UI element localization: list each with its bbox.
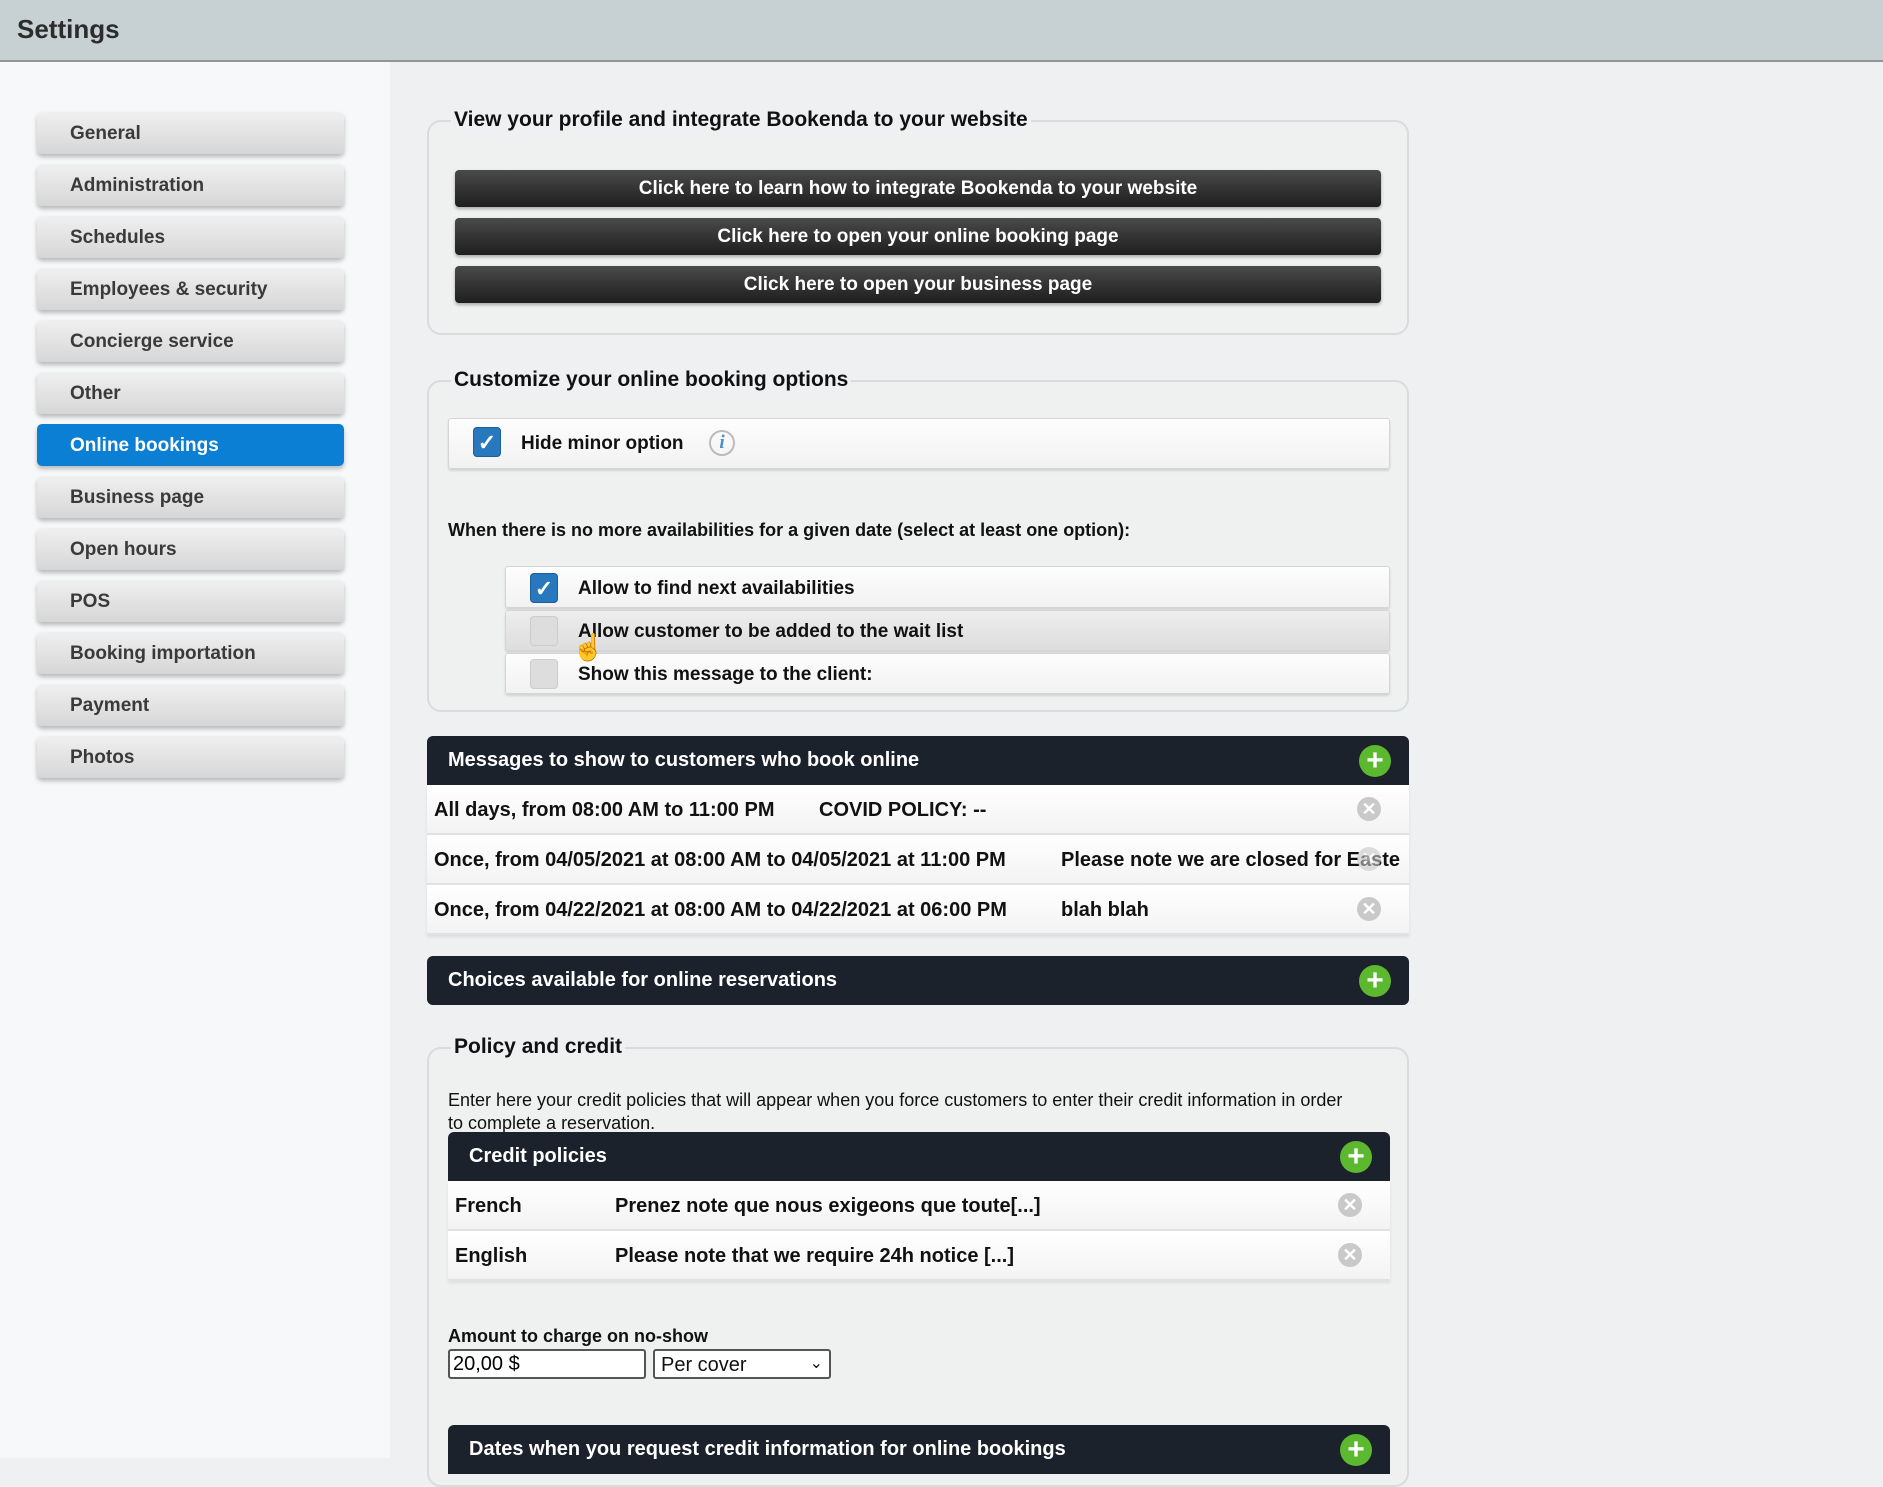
hide-minor-checkbox[interactable]: ✓ [473, 427, 501, 457]
message-row[interactable]: All days, from 08:00 AM to 11:00 PM COVID… [427, 785, 1409, 835]
sidebar-item-schedules[interactable]: Schedules [37, 216, 344, 258]
page-header: Settings [0, 0, 1883, 62]
policy-text: Please note that we require 24h notice [… [615, 1245, 1014, 1267]
option-label: Allow to find next availabilities [578, 578, 855, 599]
panel-title: Dates when you request credit informatio… [469, 1438, 1066, 1460]
message-when: Once, from 04/05/2021 at 08:00 AM to 04/… [434, 849, 1006, 871]
sidebar-item-open-hours[interactable]: Open hours [37, 528, 344, 570]
choices-panel: Choices available for online reservation… [427, 956, 1409, 1005]
open-business-page-button[interactable]: Click here to open your business page [455, 266, 1381, 303]
message-row[interactable]: Once, from 04/05/2021 at 08:00 AM to 04/… [427, 835, 1409, 885]
add-choice-icon[interactable]: + [1359, 965, 1391, 997]
credit-policies-panel: Credit policies + French Prenez note que n… [448, 1132, 1390, 1281]
open-booking-page-button[interactable]: Click here to open your online booking p… [455, 218, 1381, 255]
sidebar-item-pos[interactable]: POS [37, 580, 344, 622]
message-row[interactable]: Once, from 04/22/2021 at 08:00 AM to 04/… [427, 885, 1409, 935]
option-label: Allow customer to be added to the wait l… [578, 621, 964, 642]
sidebar-item-business-page[interactable]: Business page [37, 476, 344, 518]
messages-panel: Messages to show to customers who book o… [427, 736, 1409, 935]
delete-icon[interactable]: ✕ [1357, 847, 1381, 871]
option-row: Allow customer to be added to the wait l… [505, 610, 1390, 651]
page-title: Settings [17, 14, 120, 44]
sidebar-item-concierge-service[interactable]: Concierge service [37, 320, 344, 362]
message-when: All days, from 08:00 AM to 11:00 PM [434, 799, 775, 821]
amount-label: Amount to charge on no-show [448, 1326, 708, 1346]
policy-section: Policy and credit Enter here your credit… [427, 1035, 1409, 1487]
panel-header: Choices available for online reservation… [427, 956, 1409, 1005]
message-text: COVID POLICY: -- [819, 799, 987, 821]
hide-minor-row: ✓ Hide minor option i [448, 418, 1390, 469]
sidebar-item-employees-security[interactable]: Employees & security [37, 268, 344, 310]
message-text: Please note we are closed for Easte [1061, 849, 1401, 871]
credit-dates-panel: Dates when you request credit informatio… [448, 1425, 1390, 1474]
sidebar-item-photos[interactable]: Photos [37, 736, 344, 778]
section-title: Policy and credit [451, 1035, 626, 1059]
wait-list-checkbox[interactable] [530, 616, 558, 646]
show-message-checkbox[interactable] [530, 659, 558, 689]
policy-language: French [455, 1195, 522, 1217]
sidebar-item-administration[interactable]: Administration [37, 164, 344, 206]
hand-cursor-icon: ☝ [572, 632, 605, 662]
delete-icon[interactable]: ✕ [1357, 797, 1381, 821]
section-title: View your profile and integrate Bookenda… [451, 108, 1031, 132]
charge-type-select[interactable]: Per cover ⌄ [653, 1349, 831, 1379]
add-message-icon[interactable]: + [1359, 745, 1391, 777]
sidebar-item-payment[interactable]: Payment [37, 684, 344, 726]
delete-icon[interactable]: ✕ [1338, 1243, 1362, 1267]
add-credit-policy-icon[interactable]: + [1340, 1141, 1372, 1173]
profile-section: View your profile and integrate Bookenda… [427, 108, 1409, 335]
integrate-button[interactable]: Click here to learn how to integrate Boo… [455, 170, 1381, 207]
credit-policy-row[interactable]: French Prenez note que nous exigeons que … [448, 1181, 1390, 1231]
panel-title: Messages to show to customers who book o… [448, 749, 920, 771]
sidebar-item-online-bookings[interactable]: Online bookings [37, 424, 344, 466]
delete-icon[interactable]: ✕ [1357, 897, 1381, 921]
option-label: Show this message to the client: [578, 664, 873, 685]
credit-policy-row[interactable]: English Please note that we require 24h n… [448, 1231, 1390, 1281]
info-icon[interactable]: i [709, 430, 735, 456]
panel-header: Credit policies + [448, 1132, 1390, 1181]
option-row: Show this message to the client: [505, 653, 1390, 694]
amount-input[interactable] [448, 1349, 646, 1379]
delete-icon[interactable]: ✕ [1338, 1193, 1362, 1217]
sidebar: General Administration Schedules Employe… [0, 62, 390, 1458]
option-row: ✓ Allow to find next availabilities [505, 566, 1390, 608]
sidebar-item-other[interactable]: Other [37, 372, 344, 414]
message-when: Once, from 04/22/2021 at 08:00 AM to 04/… [434, 899, 1007, 921]
policy-text: Prenez note que nous exigeons que toute[… [615, 1195, 1041, 1217]
select-value: Per cover [661, 1354, 747, 1376]
message-text: blah blah [1061, 899, 1149, 921]
chevron-down-icon: ⌄ [809, 1355, 823, 1372]
panel-title: Credit policies [469, 1145, 607, 1167]
policy-language: English [455, 1245, 528, 1267]
hide-minor-label: Hide minor option [521, 433, 684, 454]
section-title: Customize your online booking options [451, 368, 852, 392]
find-next-checkbox[interactable]: ✓ [530, 573, 558, 603]
availability-question: When there is no more availabilities for… [448, 520, 1131, 540]
sidebar-item-general[interactable]: General [37, 112, 344, 154]
panel-header: Messages to show to customers who book o… [427, 736, 1409, 785]
policy-description: Enter here your credit policies that wil… [448, 1090, 1343, 1133]
add-date-icon[interactable]: + [1340, 1434, 1372, 1466]
panel-title: Choices available for online reservation… [448, 969, 838, 991]
panel-header: Dates when you request credit informatio… [448, 1425, 1390, 1474]
sidebar-item-booking-importation[interactable]: Booking importation [37, 632, 344, 674]
